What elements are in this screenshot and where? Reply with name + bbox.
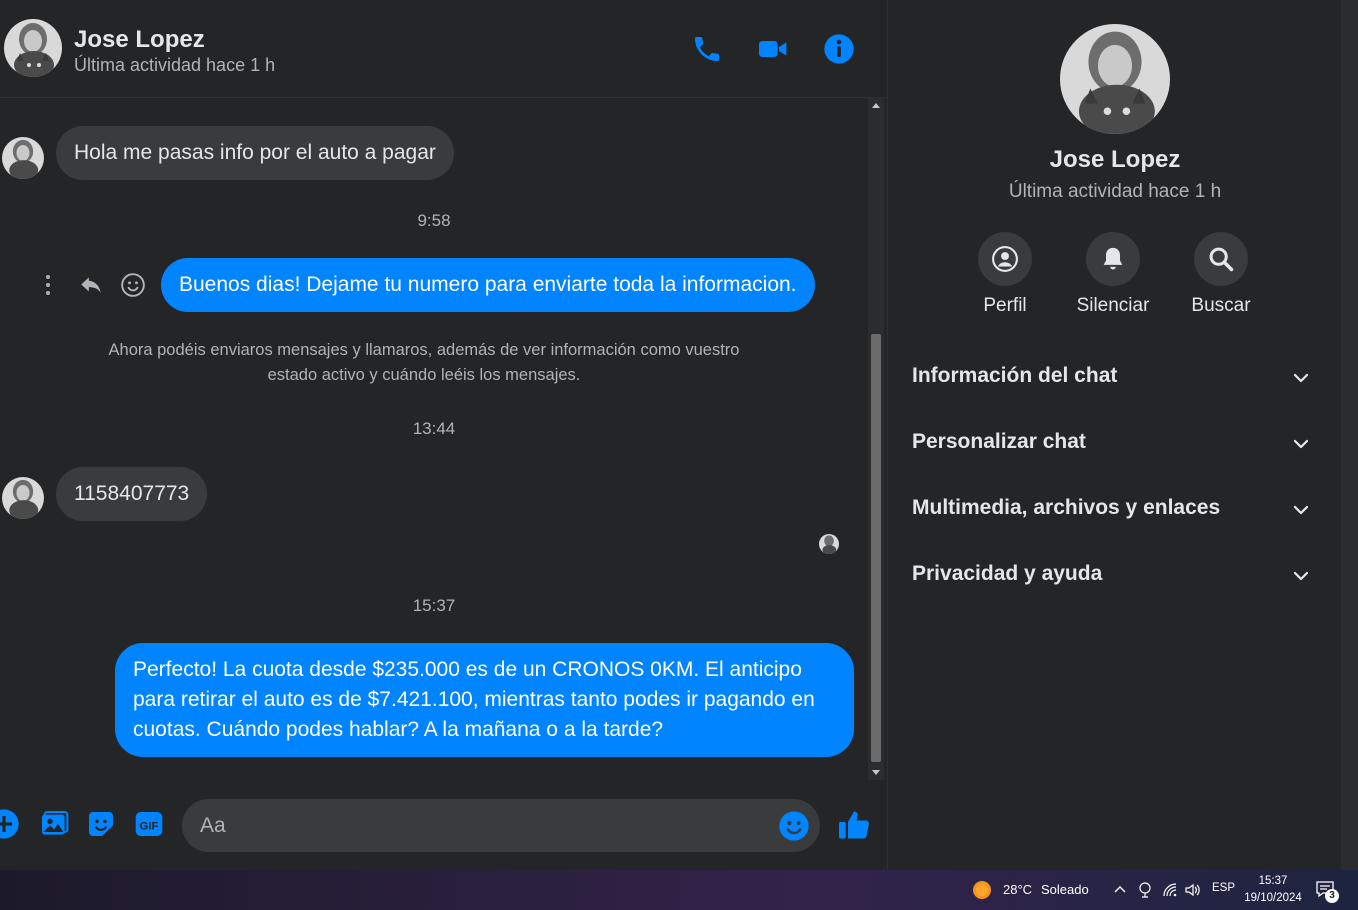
sender-avatar[interactable] (2, 477, 44, 519)
profile-icon (992, 246, 1018, 272)
section-label: Personalizar chat (912, 430, 1086, 453)
more-options-icon[interactable] (44, 274, 52, 296)
chevron-down-icon (1293, 571, 1309, 581)
section-privacy-help[interactable]: Privacidad y ayuda (912, 556, 1322, 596)
panel-contact-avatar[interactable] (1060, 24, 1170, 134)
message-input[interactable]: Aa (182, 799, 820, 852)
message-actions (36, 268, 156, 302)
notification-count-badge: 3 (1325, 889, 1339, 903)
section-label: Privacidad y ayuda (912, 562, 1103, 585)
search-icon (1209, 247, 1234, 272)
message-input-placeholder: Aa (200, 814, 226, 837)
meet-icon[interactable] (1138, 882, 1152, 898)
sender-avatar[interactable] (2, 137, 44, 179)
messenger-app: Jose Lopez Última actividad hace 1 h Hol… (0, 0, 1358, 870)
section-label: Información del chat (912, 364, 1118, 387)
panel-contact-status: Última actividad hace 1 h (1008, 181, 1222, 202)
speaker-icon[interactable] (1184, 882, 1202, 898)
chat-info-panel: Jose Lopez Última actividad hace 1 h Per… (887, 0, 1342, 870)
sun-icon[interactable] (972, 880, 992, 900)
weather-temperature[interactable]: 28°C (1003, 882, 1032, 900)
chevron-down-icon (1293, 373, 1309, 383)
panel-contact-name: Jose Lopez (1049, 146, 1181, 173)
gif-icon[interactable]: GIF (133, 808, 165, 840)
section-media-files-links[interactable]: Multimedia, archivos y enlaces (912, 490, 1322, 530)
clock-date: 19/10/2024 (1244, 892, 1302, 904)
chevron-down-icon (1293, 505, 1309, 515)
window-scrollbar[interactable] (1341, 0, 1358, 870)
plus-icon[interactable] (0, 808, 20, 840)
incoming-message[interactable]: 1158407773 (56, 467, 208, 521)
react-emoji-icon[interactable] (120, 272, 146, 298)
outgoing-message[interactable]: Buenos dias! Dejame tu numero para envia… (161, 258, 815, 312)
chat-header: Jose Lopez Última actividad hace 1 h (0, 0, 887, 98)
message-timestamp: 15:37 (412, 596, 456, 615)
search-button[interactable]: Buscar (1176, 232, 1266, 317)
chevron-up-icon[interactable] (1113, 883, 1127, 897)
scroll-up-arrow[interactable] (872, 103, 880, 108)
info-icon[interactable] (823, 33, 855, 65)
message-timestamp: 9:58 (417, 211, 451, 230)
notification-center-icon[interactable]: 3 (1315, 880, 1341, 904)
profile-button[interactable]: Perfil (960, 232, 1050, 317)
search-label: Buscar (1191, 295, 1251, 316)
windows-taskbar: 28°C Soleado ESP 15:37 19/10/2024 3 (0, 870, 1358, 910)
message-composer: GIF Aa (0, 790, 887, 870)
input-language[interactable]: ESP (1212, 882, 1235, 898)
thumbs-up-icon[interactable] (836, 807, 872, 843)
chevron-down-icon (1293, 439, 1309, 449)
scroll-down-arrow[interactable] (872, 770, 880, 775)
section-label: Multimedia, archivos y enlaces (912, 496, 1221, 519)
sticker-icon[interactable] (85, 808, 117, 840)
contact-name[interactable]: Jose Lopez (74, 26, 205, 54)
wifi-icon[interactable] (1162, 882, 1178, 898)
video-camera-icon[interactable] (757, 33, 789, 65)
mute-button[interactable]: Silenciar (1068, 232, 1158, 317)
chat-window: Jose Lopez Última actividad hace 1 h Hol… (0, 0, 887, 870)
bell-icon (1103, 247, 1123, 270)
message-scrollbar[interactable] (868, 98, 884, 780)
reply-icon[interactable] (78, 272, 104, 298)
message-timestamp: 13:44 (412, 419, 456, 438)
svg-text:GIF: GIF (140, 820, 159, 832)
weather-description[interactable]: Soleado (1041, 882, 1089, 900)
section-chat-info[interactable]: Información del chat (912, 358, 1322, 398)
seen-indicator-avatar (819, 534, 839, 554)
contact-status: Última actividad hace 1 h (74, 55, 276, 75)
emoji-icon[interactable] (778, 810, 810, 842)
clock[interactable]: 15:37 19/10/2024 (1243, 873, 1303, 907)
mute-label: Silenciar (1076, 295, 1150, 316)
outgoing-message[interactable]: Perfecto! La cuota desde $235.000 es de … (115, 643, 854, 757)
profile-label: Perfil (983, 295, 1027, 316)
message-list[interactable]: Hola me pasas info por el auto a pagar 9… (0, 98, 868, 780)
section-customize-chat[interactable]: Personalizar chat (912, 424, 1322, 464)
connection-notice: Ahora podéis enviaros mensajes y llamaro… (108, 341, 740, 384)
contact-avatar[interactable] (4, 19, 62, 77)
phone-icon[interactable] (691, 33, 723, 65)
gallery-icon[interactable] (38, 808, 70, 840)
clock-time: 15:37 (1258, 875, 1288, 887)
incoming-message[interactable]: Hola me pasas info por el auto a pagar (56, 126, 454, 180)
scrollbar-thumb[interactable] (871, 334, 881, 762)
